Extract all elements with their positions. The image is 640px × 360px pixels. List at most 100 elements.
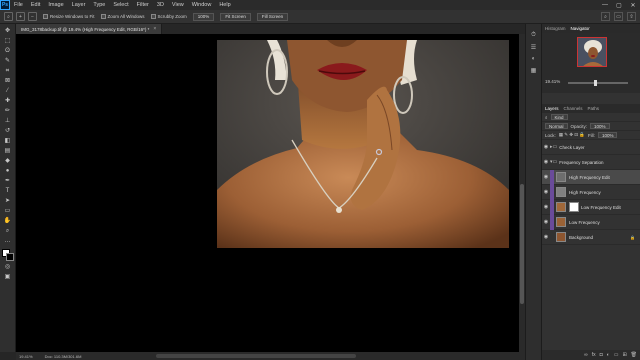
close-tab-icon[interactable]: ×	[153, 26, 156, 32]
menu-help[interactable]: Help	[215, 2, 234, 8]
layer-check-layer[interactable]: ◉ ▸▭ Check Layer	[542, 140, 640, 155]
screen-mode-icon[interactable]: ▣	[2, 273, 13, 281]
menu-file[interactable]: File	[10, 2, 27, 8]
menu-select[interactable]: Select	[109, 2, 132, 8]
brush-tool-icon[interactable]: ✏	[2, 107, 13, 115]
tab-histogram[interactable]: Histogram	[545, 26, 566, 31]
scrubby-zoom-checkbox[interactable]: Scrubby Zoom	[150, 14, 187, 19]
eyedropper-tool-icon[interactable]: ⁄	[2, 87, 13, 95]
healing-brush-tool-icon[interactable]: ✚	[2, 97, 13, 105]
more-tools-icon[interactable]: …	[2, 237, 13, 245]
lock-icons[interactable]: ▦ ✎ ✥ ⊡ 🔒	[559, 132, 585, 138]
type-tool-icon[interactable]: T	[2, 187, 13, 195]
navigator-zoom-value[interactable]: 19.41%	[545, 79, 560, 84]
menu-window[interactable]: Window	[188, 2, 216, 8]
zoom-in-icon[interactable]: +	[16, 12, 25, 21]
visibility-eye-icon[interactable]: ◉	[542, 234, 550, 240]
navigator-preview[interactable]	[577, 37, 607, 67]
fit-screen-button[interactable]: Fit Screen	[220, 12, 251, 21]
hand-tool-icon[interactable]: ✋	[2, 217, 13, 225]
menu-view[interactable]: View	[168, 2, 188, 8]
menu-type[interactable]: Type	[89, 2, 109, 8]
scroll-thumb[interactable]	[520, 184, 524, 304]
dodge-tool-icon[interactable]: ●	[2, 167, 13, 175]
menu-edit[interactable]: Edit	[27, 2, 44, 8]
clone-stamp-tool-icon[interactable]: ⊥	[2, 117, 13, 125]
visibility-eye-icon[interactable]: ◉	[542, 204, 550, 210]
minimize-icon[interactable]: —	[598, 0, 612, 10]
blend-mode-select[interactable]: Normal	[545, 123, 568, 129]
maximize-icon[interactable]: ▢	[612, 0, 626, 10]
adjustments-panel-icon[interactable]: ◐	[532, 56, 536, 62]
opacity-input[interactable]: 100%	[590, 123, 610, 129]
libraries-panel-icon[interactable]: ▦	[531, 67, 537, 74]
history-panel-icon[interactable]: ⏱	[531, 32, 536, 39]
new-group-icon[interactable]: ▭	[614, 352, 619, 358]
fill-screen-button[interactable]: Fill Screen	[256, 12, 289, 21]
gradient-tool-icon[interactable]: ▤	[2, 147, 13, 155]
history-brush-tool-icon[interactable]: ↺	[2, 127, 13, 135]
layer-low-frequency[interactable]: ◉ Low Frequency	[542, 215, 640, 230]
layer-frequency-separation[interactable]: ◉ ▾▭ Frequency Separation	[542, 155, 640, 170]
fill-input[interactable]: 100%	[597, 132, 618, 138]
tab-navigator[interactable]: Navigator	[571, 26, 590, 31]
close-icon[interactable]: ✕	[626, 0, 640, 10]
visibility-eye-icon[interactable]: ◉	[542, 144, 550, 150]
quick-mask-icon[interactable]: ◎	[2, 263, 13, 271]
frame-tool-icon[interactable]: ⊠	[2, 77, 13, 85]
menu-filter[interactable]: Filter	[133, 2, 153, 8]
adjustment-layer-icon[interactable]: ◐	[607, 352, 610, 358]
visibility-eye-icon[interactable]: ◉	[542, 159, 550, 165]
zoom-all-windows-checkbox[interactable]: Zoom All Windows	[100, 14, 145, 19]
visibility-eye-icon[interactable]: ◉	[542, 174, 550, 180]
layer-high-frequency-edit[interactable]: ◉ High Frequency Edit	[542, 170, 640, 185]
visibility-eye-icon[interactable]: ◉	[542, 189, 550, 195]
tab-paths[interactable]: Paths	[588, 106, 600, 111]
share-icon[interactable]: ⇧	[627, 12, 636, 21]
add-mask-icon[interactable]: ◘	[600, 352, 603, 358]
document-image[interactable]	[217, 40, 509, 248]
background-color-swatch[interactable]	[5, 253, 14, 261]
properties-panel-icon[interactable]: ☰	[531, 44, 536, 51]
lasso-tool-icon[interactable]: ʘ	[2, 47, 13, 55]
blur-tool-icon[interactable]: ◆	[2, 157, 13, 165]
zoom-level[interactable]: 19.41%	[19, 354, 33, 359]
resize-windows-checkbox[interactable]: Resize Windows to Fit	[43, 14, 95, 19]
menu-layer[interactable]: Layer	[68, 2, 90, 8]
link-layers-icon[interactable]: ∞	[584, 352, 588, 358]
new-layer-icon[interactable]: ⊞	[622, 352, 626, 358]
menu-3d[interactable]: 3D	[153, 2, 168, 8]
zoom-out-icon[interactable]: −	[28, 12, 37, 21]
layer-background[interactable]: ◉ Background 🔒	[542, 230, 640, 245]
zoom-tool-icon[interactable]: ⌕	[2, 227, 13, 235]
layer-style-icon[interactable]: fx	[592, 352, 596, 358]
layer-low-frequency-edit[interactable]: ◉ Low Frequency Edit	[542, 200, 640, 215]
tab-layers[interactable]: Layers	[545, 106, 559, 111]
horizontal-scrollbar[interactable]	[156, 354, 356, 358]
search-icon[interactable]: ⌕	[601, 12, 610, 21]
pen-tool-icon[interactable]: ✒	[2, 177, 13, 185]
menu-image[interactable]: Image	[44, 2, 67, 8]
delete-layer-icon[interactable]: 🗑	[631, 352, 637, 358]
move-tool-icon[interactable]: ✥	[2, 27, 13, 35]
path-selection-tool-icon[interactable]: ➤	[2, 197, 13, 205]
tab-channels[interactable]: Channels	[564, 106, 583, 111]
zoom-100-button[interactable]: 100%	[192, 12, 215, 21]
layer-high-frequency[interactable]: ◉ High Frequency	[542, 185, 640, 200]
visibility-eye-icon[interactable]: ◉	[542, 219, 550, 225]
workspace-icon[interactable]: ▭	[614, 12, 623, 21]
navigator-zoom-slider[interactable]	[568, 80, 628, 86]
color-swatches[interactable]	[1, 249, 14, 261]
crop-tool-icon[interactable]: ⌗	[2, 67, 13, 75]
eraser-tool-icon[interactable]: ◧	[2, 137, 13, 145]
zoom-tool-icon[interactable]: ⌕	[4, 12, 13, 21]
photoshop-logo-icon[interactable]: Ps	[0, 0, 10, 10]
shape-tool-icon[interactable]: ▭	[2, 207, 13, 215]
document-tab[interactable]: IMG_3178backup.tif @ 19.4% (High Frequen…	[16, 24, 163, 34]
canvas-area[interactable]	[16, 34, 519, 352]
layer-mask-thumbnail[interactable]	[569, 202, 579, 212]
marquee-tool-icon[interactable]: ⬚	[2, 37, 13, 45]
slider-knob[interactable]	[594, 80, 597, 86]
quick-select-tool-icon[interactable]: ✎	[2, 57, 13, 65]
layer-kind-select[interactable]: Kind	[550, 114, 568, 120]
